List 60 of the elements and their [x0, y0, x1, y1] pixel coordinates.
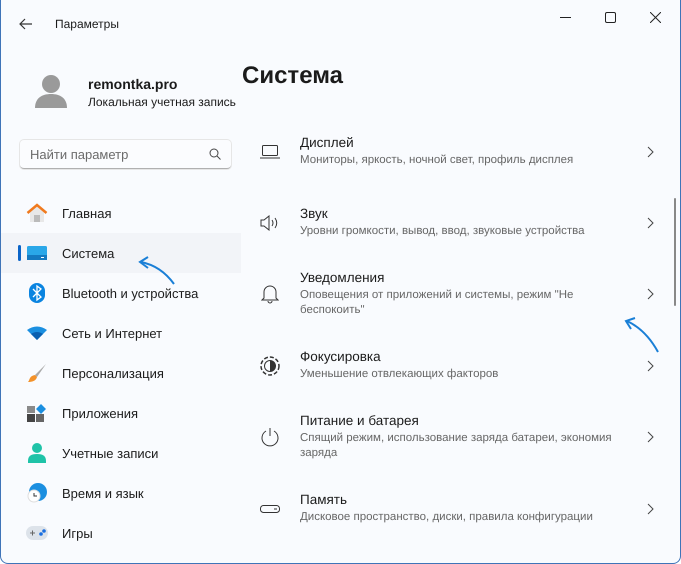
item-title: Память — [300, 492, 348, 507]
globe-clock-icon — [26, 483, 48, 503]
item-description: Уровни громкости, вывод, ввод, звуковые устройства — [300, 224, 586, 239]
chevron-icon — [647, 502, 654, 514]
sidebar-item[interactable]: Учетные записи — [1, 433, 241, 473]
house-icon — [26, 203, 48, 223]
bluetooth-icon — [26, 283, 48, 303]
item-description: Дисковое пространство, диски, правила конфигурации — [300, 510, 594, 525]
item-title: Фокусировка — [300, 349, 382, 364]
laptop-icon — [260, 144, 280, 158]
item-title: Питание и батарея — [300, 413, 420, 428]
item-title: Дисплей — [300, 135, 355, 150]
chevron-icon — [647, 146, 654, 158]
page-title: Система — [242, 62, 344, 91]
item-description: Мониторы, яркость, ночной свет, профиль дисплея — [300, 153, 574, 168]
window-title: Параметры — [55, 17, 119, 31]
sidebar-item[interactable]: Сеть и Интернет — [1, 313, 241, 353]
sidebar-item[interactable]: Приложения — [1, 393, 241, 433]
power-icon — [260, 427, 280, 447]
wifi-icon — [26, 326, 48, 340]
item-description: Уменьшение отвлекающих факторов — [300, 367, 500, 382]
account-type: Локальная учетная запись — [88, 94, 236, 108]
back-icon[interactable] — [19, 18, 33, 30]
close-icon[interactable] — [650, 12, 661, 22]
settings-item[interactable]: Уведомления Оповещения от приложений и системы, режим "Не беспокоить" — [241, 258, 680, 330]
settings-item[interactable]: Питание и батарея Спящий режим, использование заряда батареи, экономия заряда — [241, 401, 680, 473]
settings-item[interactable]: Память Дисковое пространство, диски, правила конфигурации — [241, 473, 680, 544]
chevron-icon — [647, 431, 654, 443]
sidebar-item[interactable]: Система — [1, 233, 241, 273]
annotation-arrow — [624, 317, 659, 352]
paintbrush-icon — [26, 363, 48, 383]
item-title: Уведомления — [300, 270, 386, 285]
item-description: Оповещения от приложений и системы, режим "Не беспокоить" — [300, 288, 574, 318]
person-icon — [26, 443, 48, 463]
sidebar-item[interactable]: Время и язык — [1, 473, 241, 513]
chevron-icon — [647, 360, 654, 372]
drive-icon — [260, 504, 280, 512]
chevron-icon — [647, 216, 654, 228]
sidebar-item[interactable]: Bluetooth и устройства — [1, 273, 241, 313]
search-icon — [209, 148, 221, 160]
chevron-icon — [647, 288, 654, 300]
sidebar-item[interactable]: Персонализация — [1, 353, 241, 393]
speaker-icon — [260, 214, 280, 230]
bell-icon — [261, 284, 279, 304]
account-name: remontka.pro — [88, 76, 178, 92]
scrollbar[interactable] — [674, 198, 676, 306]
maximize-icon[interactable] — [605, 12, 616, 22]
settings-item[interactable]: Дисплей Мониторы, яркость, ночной свет, профиль дисплея — [241, 116, 680, 187]
settings-item[interactable]: Звук Уровни громкости, вывод, ввод, звуковые устройства — [241, 187, 680, 258]
sidebar-item[interactable]: Игры — [1, 513, 241, 553]
item-description: Спящий режим, использование заряда батареи, экономия заряда — [300, 431, 613, 461]
item-title: Звук — [300, 206, 329, 221]
annotation-arrow — [138, 256, 175, 285]
gamepad-icon — [26, 526, 48, 540]
monitor-icon — [26, 246, 48, 260]
settings-item[interactable]: Фокусировка Уменьшение отвлекающих факторов — [241, 330, 680, 401]
sidebar-item[interactable]: Главная — [1, 193, 241, 233]
apps-icon — [26, 404, 48, 422]
search-field[interactable]: Найти параметр — [20, 140, 231, 169]
focus-icon — [260, 356, 280, 376]
